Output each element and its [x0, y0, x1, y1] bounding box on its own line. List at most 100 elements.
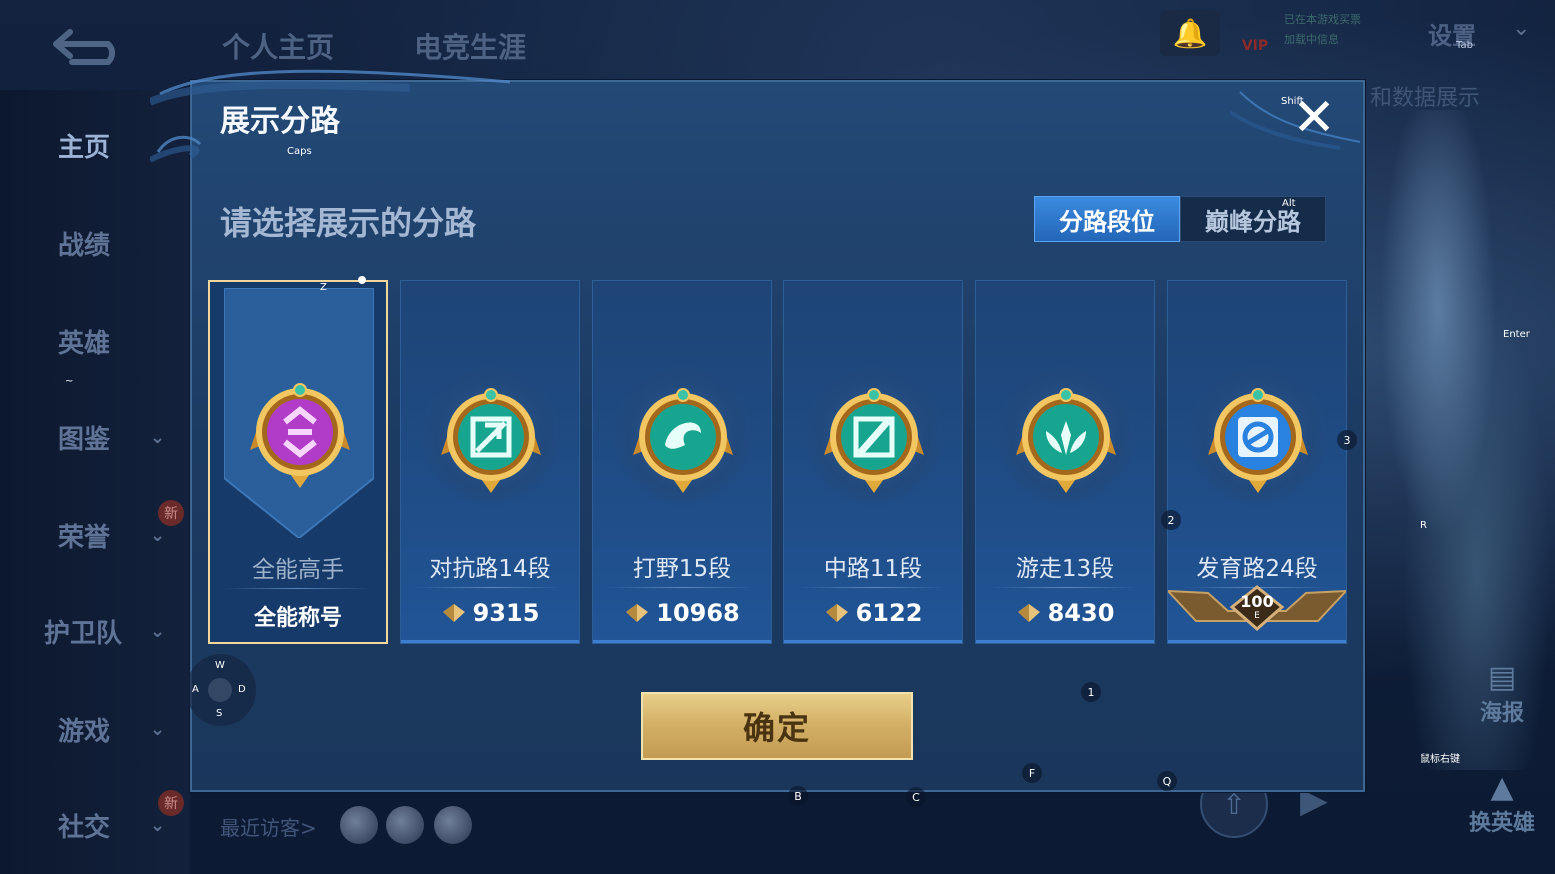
score-value: 6122: [855, 599, 923, 627]
divider: [224, 588, 372, 589]
score-value: 全能称号: [253, 606, 342, 631]
lane-name: 打野15段: [632, 556, 732, 582]
key-hint-a: A: [192, 684, 199, 695]
key-hint-2: 2: [1161, 510, 1181, 530]
chevron-down-icon: ⌄: [150, 620, 166, 642]
key-hint-c: C: [906, 787, 926, 807]
joystick-knob[interactable]: [208, 678, 232, 702]
chevron-down-icon: ⌄: [150, 814, 166, 836]
lane-score: 6122: [784, 599, 962, 627]
key-hint-z: Z: [320, 282, 327, 293]
notification-bell-icon[interactable]: 🔔: [1160, 10, 1220, 56]
recent-visitors-link[interactable]: 最近访客>: [220, 812, 317, 841]
sidebar-item-label: 护卫队: [44, 618, 123, 649]
select-lane-prompt: 请选择展示的分路: [220, 204, 477, 242]
joystick-overlay[interactable]: W A S D: [186, 654, 256, 726]
avatar[interactable]: [340, 806, 378, 844]
sidebar-item[interactable]: 护卫队 ⌄: [44, 606, 184, 656]
poster-icon: ▤: [1487, 660, 1517, 695]
key-hint-r: R: [1420, 520, 1427, 531]
poster-button[interactable]: ▤ 海报: [1470, 660, 1534, 727]
key-hint-q: Q: [1157, 771, 1177, 791]
rank-medal-icon: [633, 385, 733, 505]
status-line: 加载中信息: [1284, 33, 1339, 46]
lane-card[interactable]: 对抗路14段 9315: [400, 280, 580, 644]
lane-name: 中路11段: [823, 556, 923, 582]
divider: [607, 587, 757, 588]
title-swirl-decoration: [150, 69, 511, 163]
dropdown-chevron-icon[interactable]: ⌄: [1512, 16, 1530, 41]
data-display-label: 和数据展示: [1370, 86, 1481, 111]
score-value: 10968: [656, 599, 740, 627]
lane-card[interactable]: 发育路24段 100 E: [1165, 280, 1349, 644]
card-bottom-line: [593, 640, 771, 643]
key-hint-enter: Enter: [1503, 329, 1530, 340]
divider: [990, 587, 1140, 588]
rank-medal-icon: [250, 380, 350, 500]
sidebar-item[interactable]: 战绩: [58, 218, 198, 268]
card-bottom-line: [1168, 640, 1346, 643]
key-hint-s: S: [216, 708, 223, 719]
key-hint-3: 3: [1337, 430, 1357, 450]
tab-peak-lane[interactable]: 巅峰分路: [1180, 196, 1326, 242]
sidebar-item[interactable]: 英雄: [58, 316, 198, 366]
confirm-button[interactable]: 确定: [641, 692, 913, 760]
lane-score: 全能称号: [210, 600, 386, 632]
key-hint-caps: Caps: [287, 146, 312, 157]
tab-personal-home[interactable]: 个人主页: [222, 26, 334, 66]
sidebar-item-label: 社交: [58, 812, 111, 843]
sidebar-item-label: 游戏: [58, 716, 111, 747]
lane-score: 8430: [976, 599, 1154, 627]
peak-score: 100: [1240, 592, 1274, 611]
status-line: 已在本游戏买票: [1284, 13, 1361, 26]
lane-name: 游走13段: [1015, 556, 1115, 582]
lane-score: 9315: [401, 599, 579, 627]
key-hint-d: D: [238, 684, 246, 695]
change-hero-button[interactable]: ▲ 换英雄: [1462, 770, 1542, 837]
key-hint-b: B: [788, 786, 808, 806]
score-value: 8430: [1047, 599, 1115, 627]
sidebar-item[interactable]: 游戏 ⌄: [58, 704, 198, 754]
key-hint-mouse-right: 鼠标右键: [1420, 754, 1460, 765]
avatar[interactable]: [386, 806, 424, 844]
card-bottom-line: [784, 640, 962, 643]
change-hero-label: 换英雄: [1468, 811, 1535, 836]
modal-title: 展示分路: [220, 104, 340, 139]
rank-medal-icon: [1016, 385, 1116, 505]
score-icon: [626, 604, 649, 622]
back-arrow-icon[interactable]: [50, 26, 126, 66]
key-hint-w: W: [215, 660, 225, 671]
sidebar-item-label: 英雄: [58, 328, 111, 359]
key-hint-1: 1: [1081, 682, 1101, 702]
divider: [415, 587, 565, 588]
lane-card[interactable]: 全能高手 全能称号: [208, 276, 388, 644]
tab-lane-rank[interactable]: 分路段位: [1034, 196, 1180, 242]
chevron-down-icon: ⌄: [150, 718, 166, 740]
sidebar-item-label: 战绩: [58, 230, 111, 261]
lane-card[interactable]: 打野15段 10968: [592, 280, 772, 644]
card-bottom-line: [401, 640, 579, 643]
sidebar-item[interactable]: 图鉴 ⌄: [58, 412, 198, 462]
key-hint-f: F: [1022, 763, 1042, 783]
rank-medal-icon: [1208, 385, 1308, 505]
lane-card[interactable]: 中路11段 6122: [783, 280, 963, 644]
lane-name: 全能高手: [252, 557, 344, 583]
chevron-down-icon: ⌄: [150, 426, 166, 448]
score-icon: [442, 604, 465, 622]
peak-crest: 100 E: [1165, 581, 1349, 641]
vip-badge[interactable]: VIP: [1235, 14, 1275, 54]
key-hint-tilde: ~: [65, 376, 74, 387]
chevron-down-icon: ⌄: [150, 524, 166, 546]
lane-card[interactable]: 游走13段 8430: [975, 280, 1155, 644]
key-hint-alt: Alt: [1282, 198, 1296, 209]
score-value: 9315: [472, 599, 540, 627]
lane-name: 对抗路14段: [429, 556, 551, 582]
avatar[interactable]: [434, 806, 472, 844]
tab-esports-career[interactable]: 电竞生涯: [414, 26, 526, 66]
sidebar-item-label: 荣誉: [58, 522, 111, 553]
hero-swap-icon: ▲: [1490, 770, 1514, 805]
lane-score: 10968: [593, 599, 771, 627]
rank-medal-icon: [441, 385, 541, 505]
rank-medal-icon: [824, 385, 924, 505]
key-hint-shift: Shift: [1281, 96, 1304, 107]
